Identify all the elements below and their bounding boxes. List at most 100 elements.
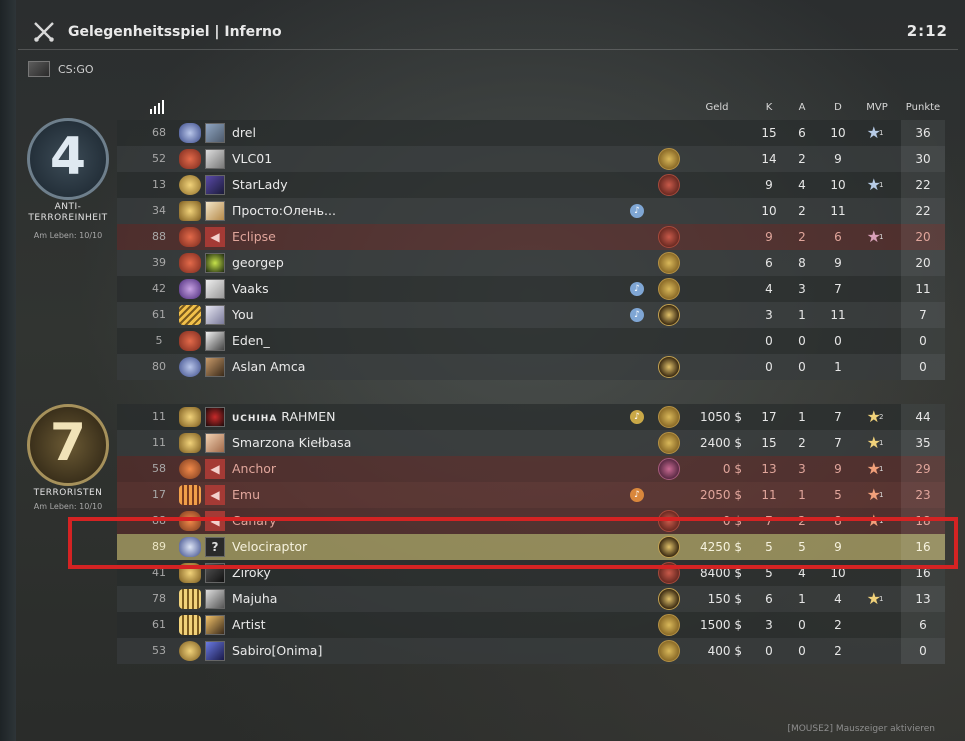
player-ping: 11: [152, 436, 166, 449]
player-deaths: 11: [830, 204, 846, 218]
player-assists: 1: [798, 488, 806, 502]
player-row[interactable]: 61 You ♪ 3 1 11 7: [117, 302, 945, 328]
player-deaths: 7: [834, 436, 842, 450]
player-score: 11: [915, 282, 931, 296]
player-name: UCHIHA RAHMEN: [232, 409, 336, 424]
player-ping: 61: [152, 618, 166, 631]
player-row[interactable]: 80 Aslan Amca 0 0 1 0: [117, 354, 945, 380]
player-deaths: 5: [834, 488, 842, 502]
ping-bars-icon: [150, 100, 166, 114]
player-deaths: 7: [834, 282, 842, 296]
music-kit-icon: ♪: [630, 204, 644, 218]
service-medal-icon: [658, 356, 680, 378]
player-deaths: 10: [830, 178, 846, 192]
player-score: 0: [919, 334, 927, 348]
player-assists: 0: [798, 618, 806, 632]
rank-badge-icon: [179, 331, 201, 351]
service-medal-icon: [658, 226, 680, 248]
player-ping: 88: [152, 230, 166, 243]
mvp-star-icon: ★1: [866, 123, 884, 142]
avatar: [205, 433, 225, 453]
avatar: [205, 641, 225, 661]
rank-badge-icon: [179, 407, 201, 427]
player-score: 36: [915, 126, 931, 140]
player-name: Просто:Олень...: [232, 203, 336, 218]
player-ping: 58: [152, 462, 166, 475]
avatar: [205, 305, 225, 325]
player-deaths: 7: [834, 410, 842, 424]
t-alive-count: Am Leben: 10/10: [33, 502, 103, 511]
mouse-hint: [MOUSE2] Mauszeiger aktivieren: [787, 724, 935, 734]
player-row[interactable]: 5 Eden_ 0 0 0 0: [117, 328, 945, 354]
player-name: Smarzona Kiełbasa: [232, 435, 352, 450]
mvp-star-icon: ★1: [866, 459, 884, 478]
ct-player-table: 68 drel 15 6 10 ★1 36 52 VLC01 14 2 9 30…: [117, 120, 945, 380]
player-money: 2050 $: [700, 488, 742, 502]
player-name: Eclipse: [232, 229, 276, 244]
player-ping: 39: [152, 256, 166, 269]
player-row[interactable]: 13 StarLady 9 4 10 ★1 22: [117, 172, 945, 198]
service-medal-icon: [658, 252, 680, 274]
player-ping: 42: [152, 282, 166, 295]
avatar: [205, 253, 225, 273]
mvp-star-icon: ★1: [866, 589, 884, 608]
player-score: 20: [915, 230, 931, 244]
player-assists: 1: [798, 410, 806, 424]
player-assists: 3: [798, 462, 806, 476]
col-deaths: D: [834, 102, 842, 113]
player-row[interactable]: 11 Smarzona Kiełbasa 2400 $ 15 2 7 ★1 35: [117, 430, 945, 456]
rank-badge-icon: [179, 123, 201, 143]
player-ping: 78: [152, 592, 166, 605]
player-money: 0 $: [722, 462, 742, 476]
player-assists: 4: [798, 178, 806, 192]
player-row[interactable]: 11 UCHIHA RAHMEN ♪ 1050 $ 17 1 7 ★2 44: [117, 404, 945, 430]
ct-team-name-line1: ANTI-: [54, 202, 82, 212]
player-row[interactable]: 61 Artist 1500 $ 3 0 2 6: [117, 612, 945, 638]
player-row[interactable]: 78 Majuha 150 $ 6 1 4 ★1 13: [117, 586, 945, 612]
avatar: [205, 407, 225, 427]
ct-team-emblem: 4: [27, 118, 109, 200]
player-row[interactable]: 58 ◀ Anchor 0 $ 13 3 9 ★1 29: [117, 456, 945, 482]
player-assists: 8: [798, 256, 806, 270]
player-ping: 68: [152, 126, 166, 139]
player-name: You: [232, 307, 254, 322]
selection-highlight-box: [68, 517, 958, 569]
player-name: Aslan Amca: [232, 359, 306, 374]
player-name: VLC01: [232, 151, 273, 166]
service-medal-icon: [658, 432, 680, 454]
player-row[interactable]: 34 Просто:Олень... ♪ 10 2 11 22: [117, 198, 945, 224]
player-assists: 2: [798, 152, 806, 166]
crossed-swords-icon: [33, 22, 55, 43]
player-money: 400 $: [707, 644, 742, 658]
player-assists: 0: [798, 334, 806, 348]
player-money: 150 $: [707, 592, 742, 606]
ct-score: 4: [49, 127, 87, 187]
music-kit-icon: ♪: [630, 410, 644, 424]
player-money: 2400 $: [700, 436, 742, 450]
game-name: CS:GO: [58, 62, 94, 76]
player-deaths: 10: [830, 126, 846, 140]
player-row[interactable]: 39 georgep 6 8 9 20: [117, 250, 945, 276]
avatar: [205, 149, 225, 169]
player-deaths: 9: [834, 462, 842, 476]
player-row[interactable]: 17 ◀ Emu ♪ 2050 $ 11 1 5 ★1 23: [117, 482, 945, 508]
player-ping: 53: [152, 644, 166, 657]
player-row[interactable]: 68 drel 15 6 10 ★1 36: [117, 120, 945, 146]
service-medal-icon: [658, 148, 680, 170]
player-row[interactable]: 88 ◀ Eclipse 9 2 6 ★1 20: [117, 224, 945, 250]
player-money: 1050 $: [700, 410, 742, 424]
player-deaths: 9: [834, 152, 842, 166]
player-ping: 17: [152, 488, 166, 501]
player-row[interactable]: 42 Vaaks ♪ 4 3 7 11: [117, 276, 945, 302]
player-name: georgep: [232, 255, 284, 270]
service-medal-icon: [658, 614, 680, 636]
player-row[interactable]: 52 VLC01 14 2 9 30: [117, 146, 945, 172]
player-name: Eden_: [232, 333, 270, 348]
rank-badge-icon: [179, 253, 201, 273]
rank-badge-icon: [179, 641, 201, 661]
match-title: Gelegenheitsspiel | Inferno: [68, 24, 282, 40]
player-deaths: 9: [834, 256, 842, 270]
ct-team-name: ANTI- TERROREINHEIT: [13, 202, 123, 224]
player-deaths: 0: [834, 334, 842, 348]
player-row[interactable]: 53 Sabiro[Onima] 400 $ 0 0 2 0: [117, 638, 945, 664]
